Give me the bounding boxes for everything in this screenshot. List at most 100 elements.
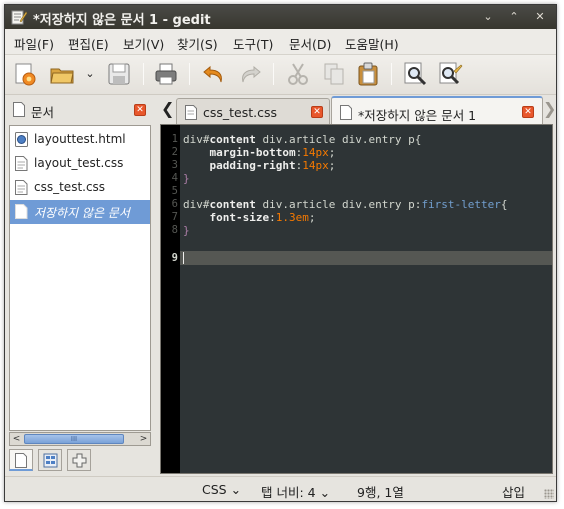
line-number: 5: [171, 185, 178, 197]
undo-icon[interactable]: [201, 61, 227, 87]
documents-icon: [13, 102, 25, 117]
new-file-icon: [15, 204, 28, 219]
toolbar-separator: [391, 63, 392, 85]
menu-bar: 파일(F) 편집(E) 보기(V) 찾기(S) 도구(T) 문서(D) 도움말(…: [5, 29, 556, 55]
line-number: 4: [171, 172, 178, 184]
insert-mode: 삽입: [502, 485, 526, 500]
line-number: 1: [171, 133, 178, 145]
cursor-position: 9행, 1열: [357, 485, 404, 500]
line-number: 3: [171, 159, 178, 171]
side-panel-horizontal-scrollbar[interactable]: < III >: [9, 432, 151, 446]
scroll-left-button[interactable]: <: [10, 433, 23, 445]
open-icon[interactable]: [49, 61, 75, 87]
list-item[interactable]: css_test.css: [10, 176, 150, 200]
menu-help[interactable]: 도움말(H): [345, 34, 399, 53]
save-icon[interactable]: [106, 61, 132, 87]
paste-icon[interactable]: [355, 61, 381, 87]
code-editor[interactable]: 1 2 3 4 5 6 7 8 9 div#content div.articl…: [160, 124, 553, 474]
tab-css-test[interactable]: css_test.css ✕: [176, 98, 330, 124]
language-selector[interactable]: CSS ⌄: [202, 482, 241, 497]
css-file-icon: [15, 156, 28, 171]
tab-snippets[interactable]: [67, 449, 91, 471]
tabs-prev-button[interactable]: ❮: [161, 100, 174, 118]
find-icon[interactable]: [402, 61, 428, 87]
text-cursor: [183, 252, 184, 264]
file-browser-icon: [43, 453, 58, 468]
list-item[interactable]: layout_test.css: [10, 152, 150, 176]
tab-label: *저장하지 않은 문서 1: [358, 108, 477, 123]
menu-search[interactable]: 찾기(S): [177, 34, 218, 53]
side-panel-title: 문서: [31, 105, 55, 120]
side-panel: 문서 ✕ layouttest.html layout_test.css css…: [5, 96, 156, 474]
current-line-highlight: [180, 251, 552, 265]
tab-label: css_test.css: [203, 105, 278, 120]
css-file-icon: [185, 105, 197, 120]
maximize-button[interactable]: ⌃: [504, 9, 524, 25]
tab-close-button[interactable]: ✕: [522, 106, 534, 118]
minimize-button[interactable]: ⌄: [478, 9, 498, 25]
tab-unsaved-document[interactable]: *저장하지 않은 문서 1 ✕: [331, 96, 543, 124]
title-bar: *저장하지 않은 문서 1 - gedit ⌄ ⌃ ✕: [5, 5, 556, 29]
list-item-selected[interactable]: 저장하지 않은 문서: [10, 200, 150, 224]
code-line: }: [183, 224, 190, 237]
document-name: css_test.css: [34, 180, 106, 194]
new-document-icon[interactable]: [12, 61, 38, 87]
code-line: div#content div.article div.entry p:firs…: [183, 198, 508, 211]
code-line: padding-right:14px;: [209, 159, 336, 172]
tab-width-selector[interactable]: 탭 너비: 4 ⌄: [261, 482, 330, 501]
redo-icon[interactable]: [237, 61, 263, 87]
document-name: layout_test.css: [34, 156, 124, 170]
toolbar-separator: [189, 63, 190, 85]
open-recent-dropdown-icon[interactable]: ⌄: [83, 61, 97, 87]
html-file-icon: [15, 132, 28, 147]
line-number: 2: [171, 146, 178, 158]
code-line: font-size:1.3em;: [209, 211, 316, 224]
menu-tools[interactable]: 도구(T): [233, 34, 273, 53]
tabs-next-button[interactable]: ❯: [543, 100, 556, 118]
document-tab-bar: ❮ css_test.css ✕ *저장하지 않은 문서 1 ✕ ❯: [159, 96, 556, 124]
language-label: CSS: [202, 482, 227, 497]
menu-documents[interactable]: 문서(D): [289, 34, 331, 53]
find-replace-icon[interactable]: [437, 61, 463, 87]
menu-view[interactable]: 보기(V): [123, 34, 164, 53]
line-number: 8: [171, 224, 178, 236]
css-file-icon: [15, 180, 28, 195]
status-bar: CSS ⌄ 탭 너비: 4 ⌄ 9행, 1열 삽입: [5, 476, 556, 501]
tab-file-browser[interactable]: [38, 449, 62, 471]
line-number-gutter: 1 2 3 4 5 6 7 8 9: [161, 125, 180, 473]
gedit-window: *저장하지 않은 문서 1 - gedit ⌄ ⌃ ✕ 파일(F) 편집(E) …: [4, 4, 557, 502]
line-number: 7: [171, 211, 178, 223]
copy-icon[interactable]: [321, 61, 347, 87]
menu-file[interactable]: 파일(F): [14, 34, 54, 53]
side-panel-close-button[interactable]: ✕: [134, 104, 146, 116]
list-item[interactable]: layouttest.html: [10, 128, 150, 152]
code-line: }: [183, 172, 190, 185]
side-panel-tabs: [9, 449, 151, 473]
tab-close-button[interactable]: ✕: [311, 106, 323, 118]
code-line: div#content div.article div.entry p{: [183, 133, 422, 146]
window-title: *저장하지 않은 문서 1 - gedit: [33, 13, 211, 28]
line-number: 6: [171, 198, 178, 210]
gedit-app-icon: [11, 10, 27, 25]
print-icon[interactable]: [153, 61, 179, 87]
plugin-icon: [72, 453, 87, 468]
scroll-right-button[interactable]: >: [137, 433, 150, 445]
toolbar-separator: [273, 63, 274, 85]
scrollbar-thumb[interactable]: III: [24, 434, 124, 444]
chevron-down-icon: ⌄: [230, 482, 242, 497]
code-line: margin-bottom:14px;: [209, 146, 336, 159]
document-name: 저장하지 않은 문서: [34, 206, 130, 220]
document-list: layouttest.html layout_test.css css_test…: [9, 125, 151, 431]
documents-icon: [15, 453, 27, 468]
tab-documents[interactable]: [9, 449, 33, 471]
tab-width-label: 탭 너비: 4: [261, 485, 316, 500]
toolbar-separator: [143, 63, 144, 85]
menu-edit[interactable]: 편집(E): [68, 34, 109, 53]
cut-icon[interactable]: [285, 61, 311, 87]
new-file-icon: [340, 105, 352, 120]
resize-grip[interactable]: [544, 489, 554, 499]
current-line-number: 9: [171, 252, 178, 264]
toolbar: ⌄: [5, 55, 556, 95]
chevron-down-icon: ⌄: [319, 485, 331, 500]
close-window-button[interactable]: ✕: [530, 9, 550, 25]
